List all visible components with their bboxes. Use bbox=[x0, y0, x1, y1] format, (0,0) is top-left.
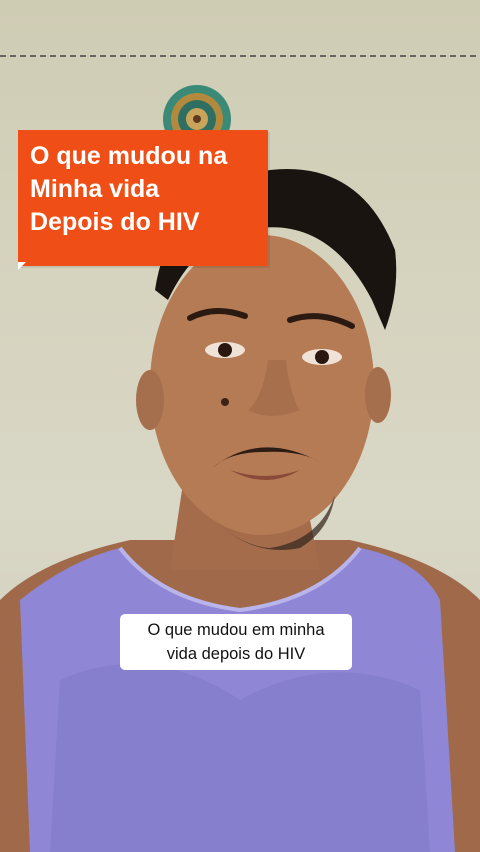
caption-subtitle: O que mudou em minha vida depois do HIV bbox=[120, 614, 352, 670]
title-card-corner-notch bbox=[18, 262, 26, 270]
person-speaking bbox=[0, 169, 480, 852]
caption-line-2: vida depois do HIV bbox=[166, 645, 306, 663]
title-line-1: O que mudou na bbox=[30, 142, 228, 170]
caption-line-1: O que mudou em minha bbox=[147, 621, 325, 639]
title-line-2: Minha vida bbox=[30, 175, 160, 203]
title-card: O que mudou na Minha vida Depois do HIV bbox=[18, 130, 268, 266]
video-frame[interactable]: O que mudou na Minha vida Depois do HIV … bbox=[0, 0, 480, 852]
title-line-3: Depois do HIV bbox=[30, 208, 200, 236]
